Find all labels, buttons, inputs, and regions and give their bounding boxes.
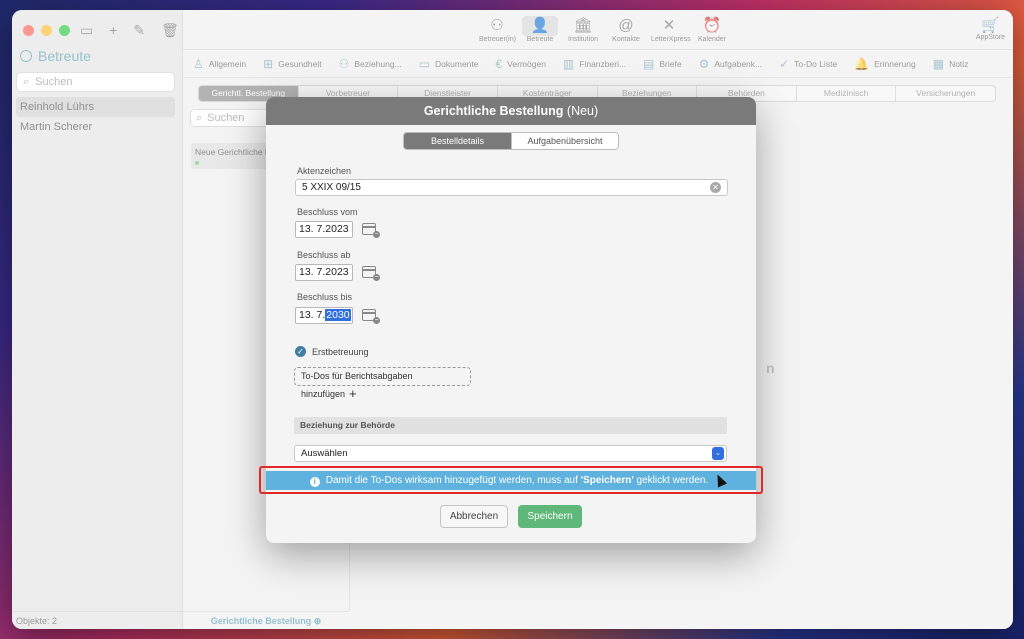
erstbetreuung-label: Erstbetreuung: [312, 346, 369, 357]
select-value: Auswählen: [301, 448, 348, 459]
tab-bestelldetails[interactable]: Bestelldetails: [404, 133, 511, 149]
save-button[interactable]: Speichern: [518, 505, 582, 528]
beschluss-ab-field[interactable]: 13. 7.2023: [295, 264, 353, 281]
plus-icon: +: [349, 386, 357, 401]
aktenzeichen-field[interactable]: 5 XXIX 09/15 ✕: [295, 179, 728, 196]
add-todos-label: To-Dos für Berichtsabgaben hinzufügen: [301, 371, 413, 399]
beschluss-bis-date: 13. 7.: [299, 309, 326, 321]
add-todos-button[interactable]: To-Dos für Berichtsabgaben hinzufügen +: [294, 367, 471, 401]
dialog-title-suffix: (Neu): [563, 104, 599, 118]
calendar-icon[interactable]: −: [362, 222, 380, 238]
beschluss-bis-year-selected[interactable]: 2030: [325, 309, 351, 321]
checkmark-icon: ✓: [295, 346, 306, 357]
dialog-title: Gerichtliche Bestellung (Neu): [266, 97, 756, 125]
behoerde-select[interactable]: Auswählen ⌄: [294, 445, 727, 462]
clear-icon[interactable]: ✕: [710, 182, 721, 193]
dialog-title-bold: Gerichtliche Bestellung: [423, 104, 564, 118]
calendar-icon[interactable]: −: [362, 308, 380, 324]
chevron-down-icon: ⌄: [712, 447, 724, 460]
aktenzeichen-label: Aktenzeichen: [297, 166, 352, 176]
dialog-tabs: Bestelldetails Aufgabenübersicht: [403, 132, 619, 150]
calendar-icon[interactable]: −: [362, 265, 380, 281]
tab-aufgabenuebersicht[interactable]: Aufgabenübersicht: [511, 133, 618, 149]
beschluss-bis-field[interactable]: 13. 7.2030: [295, 307, 353, 324]
beschluss-vom-field[interactable]: 13. 7.2023: [295, 221, 353, 238]
erstbetreuung-checkbox[interactable]: ✓ Erstbetreuung: [295, 346, 369, 357]
section-header: Beziehung zur Behörde: [294, 417, 727, 434]
highlight-frame: [259, 466, 763, 494]
beschluss-ab-label: Beschluss ab: [297, 250, 351, 260]
beschluss-bis-label: Beschluss bis: [297, 292, 353, 302]
cancel-button[interactable]: Abbrechen: [440, 505, 508, 528]
aktenzeichen-value: 5 XXIX 09/15: [302, 182, 361, 193]
beschluss-vom-label: Beschluss vom: [297, 207, 358, 217]
